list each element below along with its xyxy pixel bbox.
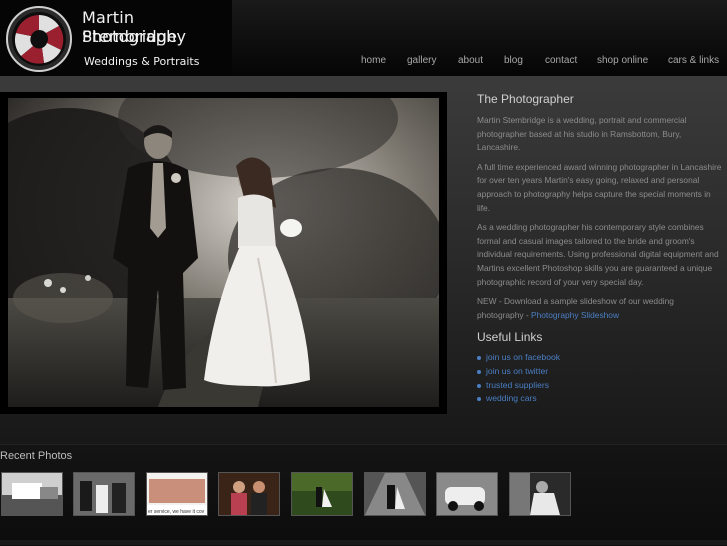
nav-home[interactable]: home bbox=[361, 55, 386, 66]
wedding-cars-link[interactable]: wedding cars bbox=[477, 392, 722, 406]
recent-photo-thumb[interactable] bbox=[1, 472, 63, 516]
recent-photo-thumb[interactable] bbox=[291, 472, 353, 516]
bio-paragraph: A full time experienced award winning ph… bbox=[477, 161, 722, 213]
facebook-link[interactable]: join us on facebook bbox=[477, 351, 722, 365]
news-paragraph: NEW - Download a sample slideshow of our… bbox=[477, 295, 722, 322]
twitter-link[interactable]: join us on twitter bbox=[477, 365, 722, 379]
thumb-caption: er service, we have it cov bbox=[148, 509, 205, 515]
site-header: Martin Stembridge Photography Weddings &… bbox=[0, 0, 727, 77]
photographer-sidebar: The Photographer Martin Stembridge is a … bbox=[477, 92, 722, 406]
nav-blog[interactable]: blog bbox=[504, 55, 523, 66]
nav-gallery[interactable]: gallery bbox=[407, 55, 436, 66]
main-nav: home gallery about blog contact shop onl… bbox=[0, 55, 727, 69]
footer-strip bbox=[0, 540, 727, 545]
recent-photos-title: Recent Photos bbox=[0, 450, 73, 462]
useful-links-list: join us on facebook join us on twitter t… bbox=[477, 351, 722, 406]
sidebar-title: The Photographer bbox=[477, 92, 574, 106]
slideshow-link[interactable]: Photography Slideshow bbox=[531, 310, 619, 320]
recent-photo-thumb[interactable]: er service, we have it cov bbox=[146, 472, 208, 516]
bio-paragraph: Martin Stembridge is a wedding, portrait… bbox=[477, 115, 687, 153]
trusted-suppliers-link[interactable]: trusted suppliers bbox=[477, 379, 722, 393]
nav-contact[interactable]: contact bbox=[545, 55, 577, 66]
recent-photo-thumb[interactable] bbox=[364, 472, 426, 516]
nav-shop-online[interactable]: shop online bbox=[597, 55, 648, 66]
recent-photo-thumb[interactable] bbox=[73, 472, 135, 516]
recent-photo-thumb[interactable] bbox=[509, 472, 571, 516]
useful-links-title: Useful Links bbox=[477, 330, 543, 345]
featured-wedding-photo bbox=[8, 98, 439, 407]
nav-about[interactable]: about bbox=[458, 55, 483, 66]
recent-photo-thumb[interactable] bbox=[436, 472, 498, 516]
recent-photo-thumb[interactable] bbox=[218, 472, 280, 516]
brand-name-line2: Photography bbox=[82, 27, 187, 46]
nav-cars-links[interactable]: cars & links bbox=[668, 55, 719, 66]
bio-paragraph: As a wedding photographer his contempora… bbox=[477, 222, 719, 287]
